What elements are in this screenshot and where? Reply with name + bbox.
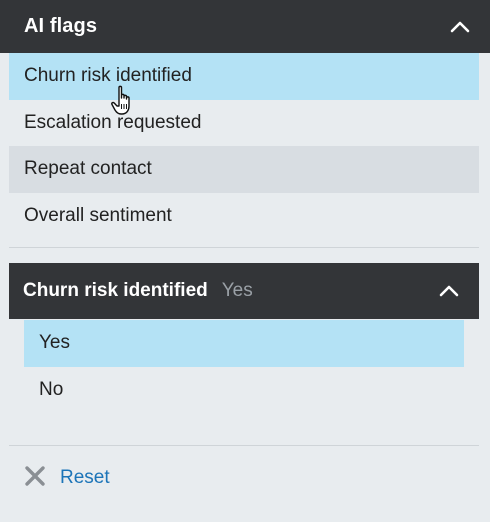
flag-item-label: Repeat contact xyxy=(24,158,152,179)
flag-detail-title: Churn risk identified xyxy=(23,280,208,301)
divider xyxy=(9,445,479,446)
close-icon xyxy=(24,465,46,492)
panel-title: AI flags xyxy=(24,15,98,37)
flag-item-repeat-contact[interactable]: Repeat contact xyxy=(9,146,479,193)
flag-item-label: Escalation requested xyxy=(24,111,202,133)
flag-item-label: Overall sentiment xyxy=(24,204,172,226)
option-label: No xyxy=(39,378,64,400)
reset-button[interactable]: Reset xyxy=(24,462,110,494)
chevron-up-icon[interactable] xyxy=(448,15,472,39)
flag-list: Churn risk identified Escalation request… xyxy=(9,53,479,239)
flag-detail-header[interactable]: Churn risk identified Yes xyxy=(9,263,479,319)
chevron-up-icon[interactable] xyxy=(437,279,461,303)
flag-item-label: Churn risk identified xyxy=(24,65,192,86)
ai-flags-header[interactable]: AI flags xyxy=(0,0,490,53)
flag-options: Yes No xyxy=(24,320,464,413)
flag-item-churn-risk[interactable]: Churn risk identified xyxy=(9,53,479,100)
flag-detail-current-value: Yes xyxy=(221,280,253,301)
reset-label: Reset xyxy=(60,467,110,488)
divider xyxy=(9,247,479,248)
flag-item-sentiment[interactable]: Overall sentiment xyxy=(9,193,479,240)
flag-item-escalation[interactable]: Escalation requested xyxy=(9,100,479,147)
option-label: Yes xyxy=(39,332,70,353)
option-no[interactable]: No xyxy=(24,367,464,414)
option-yes[interactable]: Yes xyxy=(24,320,464,367)
